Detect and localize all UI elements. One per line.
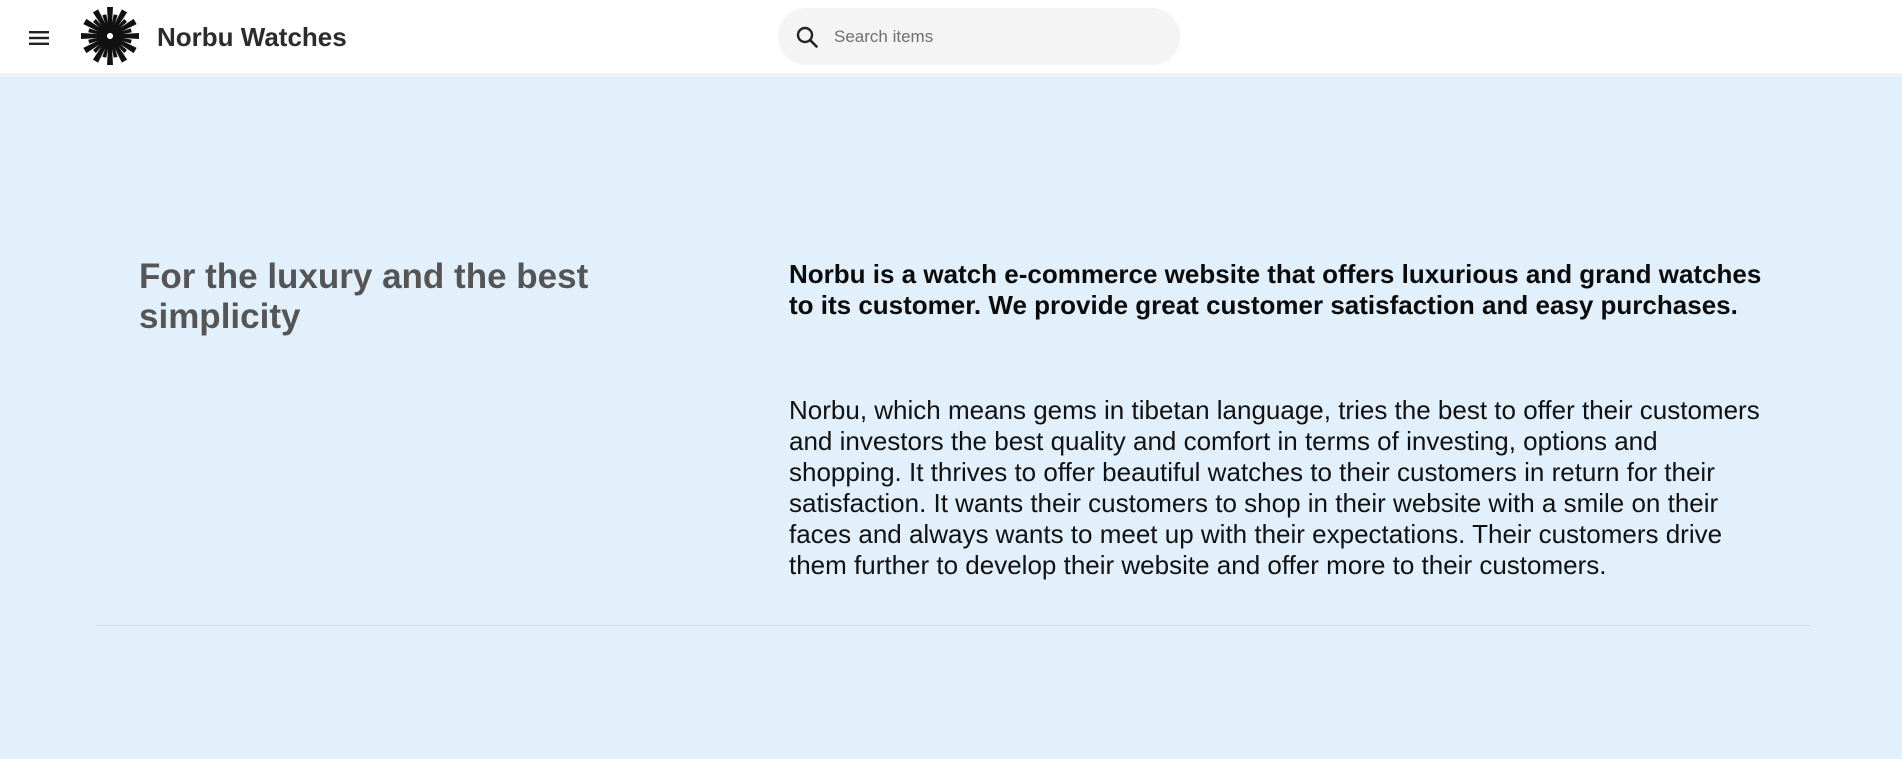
top-navigation-bar: Norbu Watches <box>0 0 1902 75</box>
starburst-logo-icon[interactable] <box>78 4 142 68</box>
brand-name[interactable]: Norbu Watches <box>157 20 347 54</box>
search-input[interactable] <box>834 26 1154 47</box>
search-icon[interactable] <box>793 23 821 51</box>
section-divider <box>96 625 1810 626</box>
hamburger-menu-icon[interactable] <box>22 21 56 55</box>
hero-headline: For the luxury and the best simplicity <box>139 257 589 336</box>
search-bar[interactable] <box>778 8 1180 65</box>
hero-lead-paragraph: Norbu is a watch e-commerce website that… <box>789 259 1762 320</box>
hero-body-paragraph: Norbu, which means gems in tibetan langu… <box>789 395 1760 580</box>
